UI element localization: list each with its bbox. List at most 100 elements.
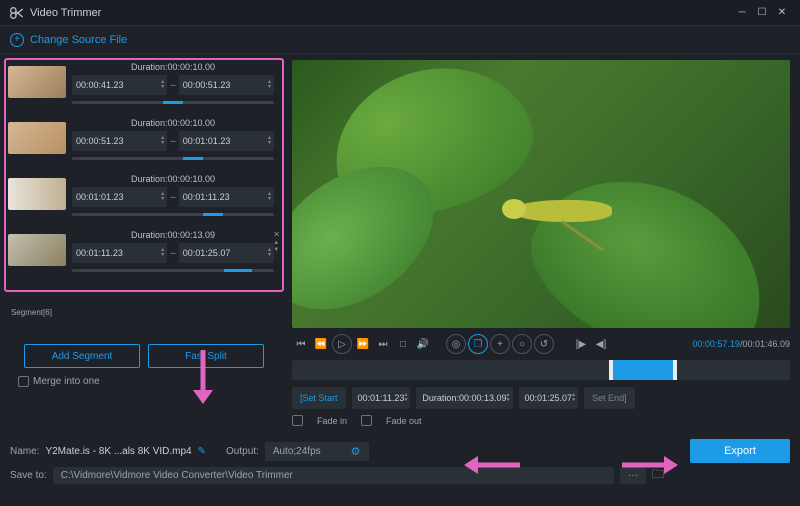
set-start-button[interactable]: [ Set Start [292,387,346,409]
gear-icon[interactable]: ⚙ [351,445,361,458]
duration-input[interactable]: Duration:00:00:13.09▲▼ [416,387,512,409]
forward-icon[interactable]: ⏩ [354,335,372,353]
spinner-icon[interactable]: ▲▼ [267,192,272,202]
window-title: Video Trimmer [30,7,732,19]
start-time-input[interactable]: 00:01:11.23▲▼ [352,387,411,409]
segment-slider[interactable] [72,101,274,104]
circle-icon[interactable]: ○ [512,334,532,354]
segment-start-input[interactable]: 00:00:51.23▲▼ [72,131,167,151]
spinner-icon[interactable]: ▲▼ [267,248,272,258]
spinner-icon[interactable]: ▲▼ [160,136,165,146]
snapshot-icon[interactable]: ◎ [446,334,466,354]
bracket-start-icon[interactable]: [▶ [572,335,590,353]
timeline-selection[interactable] [611,360,676,380]
move-up-icon[interactable]: ▲ [273,240,280,246]
minimize-button[interactable]: ─ [732,3,752,23]
copy-icon[interactable]: ❐ [468,334,488,354]
move-down-icon[interactable]: ▼ [273,247,280,253]
spinner-icon[interactable]: ▲▼ [160,80,165,90]
dash-icon: – [170,248,176,259]
set-end-button[interactable]: Set End ] [584,387,635,409]
file-name: Y2Mate.is - 8K ...als 8K VID.mp4 [45,446,191,457]
open-folder-icon[interactable]: 🗀 [652,465,664,486]
save-path: C:\Vidmore\Vidmore Video Converter\Video… [53,467,614,484]
segment-slider[interactable] [72,269,274,272]
segment-end-input[interactable]: 00:00:51.23▲▼ [179,75,274,95]
fade-in-checkbox[interactable] [292,415,303,426]
dash-icon: – [170,136,176,147]
stop-icon[interactable]: □ [394,335,412,353]
video-preview[interactable] [292,60,790,328]
change-source-label: Change Source File [30,34,127,46]
end-time-input[interactable]: 00:01:25.07▲▼ [519,387,579,409]
play-icon[interactable]: ▷ [332,334,352,354]
segment-row[interactable]: Duration:00:00:10.00 00:00:41.23▲▼ – 00:… [6,62,280,104]
skip-end-icon[interactable]: ⏭ [374,335,392,353]
spinner-icon[interactable]: ▲▼ [506,393,511,403]
segment-highlight-box: Duration:00:00:10.00 00:00:41.23▲▼ – 00:… [4,58,284,292]
segment-start-input[interactable]: 00:00:41.23▲▼ [72,75,167,95]
segment-slider[interactable] [72,213,274,216]
change-source-bar[interactable]: + Change Source File [0,26,800,54]
add-icon[interactable]: + [490,334,510,354]
segment-start-input[interactable]: 00:01:01.23▲▼ [72,187,167,207]
timestamp: 00:00:57.19/00:01:46.09 [692,339,790,349]
output-format-value: Auto;24fps [273,446,321,457]
fade-out-checkbox[interactable] [361,415,372,426]
fast-split-button[interactable]: Fast Split [148,344,264,368]
save-to-label: Save to: [10,470,47,481]
segment-duration: Duration:00:00:10.00 [72,62,274,72]
preview-pane: ⏮ ⏪ ▷ ⏩ ⏭ □ 🔊 ◎ ❐ + ○ ↺ [▶ ◀] 00:00:57.1… [284,54,800,434]
segment-start-input[interactable]: 00:01:11.23▲▼ [72,243,167,263]
spinner-icon[interactable]: ▲▼ [160,248,165,258]
segment-duration: Duration:00:00:10.00 [72,174,274,184]
segment-list-pane: Duration:00:00:10.00 00:00:41.23▲▼ – 00:… [0,54,284,434]
skip-start-icon[interactable]: ⏮ [292,335,310,353]
segment-end-input[interactable]: 00:01:01.23▲▼ [179,131,274,151]
spinner-icon[interactable]: ▲▼ [403,393,408,403]
delete-segment-icon[interactable]: ✕ [273,230,280,239]
segment-end-input[interactable]: 00:01:25.07▲▼ [179,243,274,263]
bottom-bar: Name: Y2Mate.is - 8K ...als 8K VID.mp4 ✎… [0,434,800,492]
maximize-button[interactable]: ☐ [752,3,772,23]
segment-thumbnail[interactable] [8,122,66,154]
dash-icon: – [170,192,176,203]
add-segment-button[interactable]: Add Segment [24,344,140,368]
segment-row[interactable]: Duration:00:00:10.00 00:00:51.23▲▼ – 00:… [6,118,280,160]
export-button[interactable]: Export [690,439,790,463]
rewind-icon[interactable]: ⏪ [312,335,330,353]
title-bar: Video Trimmer ─ ☐ ✕ [0,0,800,26]
output-label: Output: [226,446,259,457]
segment-slider[interactable] [72,157,274,160]
volume-icon[interactable]: 🔊 [414,335,432,353]
bracket-end-icon[interactable]: ◀] [592,335,610,353]
dash-icon: – [170,80,176,91]
segment-duration: Duration:00:00:10.00 [72,118,274,128]
fade-in-label: Fade in [317,416,347,426]
segment-thumbnail[interactable] [8,66,66,98]
segment-label: Segment[6] [11,308,52,317]
player-controls: ⏮ ⏪ ▷ ⏩ ⏭ □ 🔊 ◎ ❐ + ○ ↺ [▶ ◀] 00:00:57.1… [292,328,790,360]
segment-thumbnail[interactable] [8,234,66,266]
browse-button[interactable]: ··· [620,467,646,484]
segment-thumbnail[interactable] [8,178,66,210]
spinner-icon[interactable]: ▲▼ [267,80,272,90]
app-logo-icon [8,5,24,21]
merge-checkbox[interactable] [18,376,29,387]
close-button[interactable]: ✕ [772,3,792,23]
plus-circle-icon: + [10,33,24,47]
segment-end-input[interactable]: 00:01:11.23▲▼ [179,187,274,207]
edit-name-icon[interactable]: ✎ [198,446,206,457]
spinner-icon[interactable]: ▲▼ [267,136,272,146]
segment-duration: Duration:00:00:13.09 [72,230,274,240]
spinner-icon[interactable]: ▲▼ [160,192,165,202]
name-label: Name: [10,446,39,457]
segment-row[interactable]: Duration:00:00:13.09 00:01:11.23▲▼ – 00:… [6,230,280,272]
timeline[interactable] [292,360,790,380]
output-format-select[interactable]: Auto;24fps ⚙ [265,442,369,461]
fade-out-label: Fade out [386,416,422,426]
spinner-icon[interactable]: ▲▼ [571,393,576,403]
reset-icon[interactable]: ↺ [534,334,554,354]
segment-row[interactable]: Duration:00:00:10.00 00:01:01.23▲▼ – 00:… [6,174,280,216]
merge-label: Merge into one [33,376,100,387]
